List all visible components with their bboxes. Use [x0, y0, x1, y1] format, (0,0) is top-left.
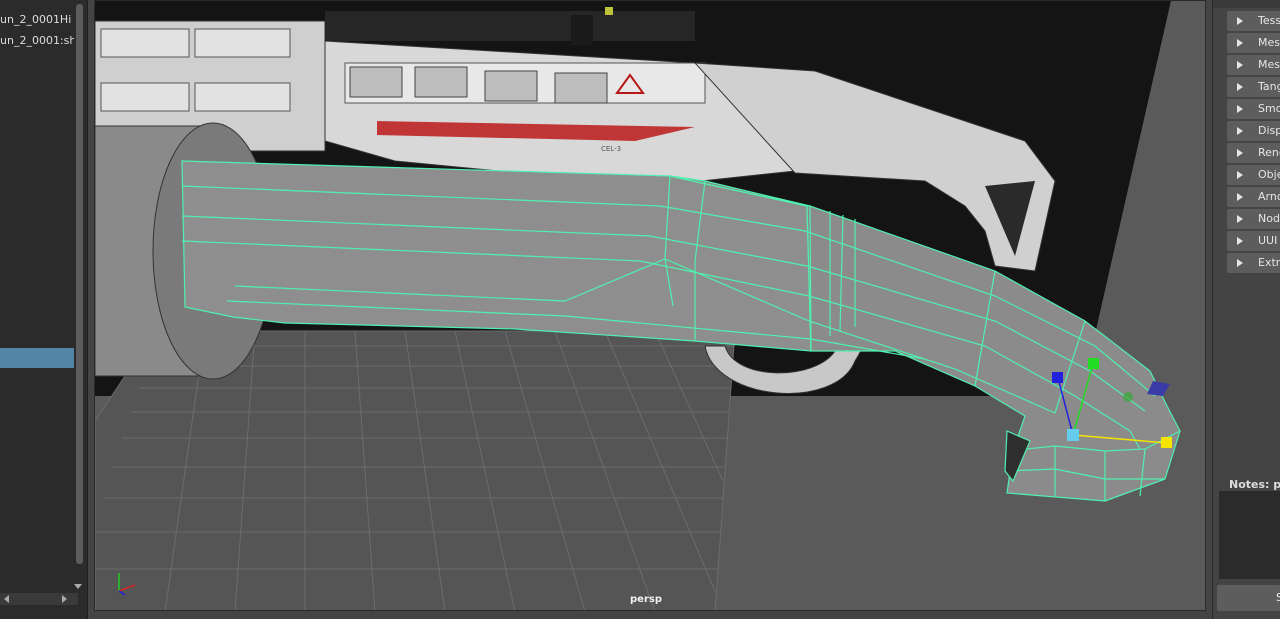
- scroll-down-arrow-icon[interactable]: [74, 584, 82, 589]
- attr-section-mesh-component[interactable]: Mes: [1227, 33, 1280, 53]
- outliner-item[interactable]: un_2_0001:sho: [0, 31, 74, 51]
- center-handle-icon[interactable]: [1067, 429, 1079, 441]
- z-axis-handle-icon[interactable]: [1052, 372, 1063, 383]
- outliner-panel: un_2_0001Hi un_2_0001:sho: [0, 0, 88, 619]
- attr-section-render-stats[interactable]: Rend: [1227, 143, 1280, 163]
- outliner-item-selected[interactable]: [0, 348, 74, 368]
- expand-arrow-icon: [1237, 149, 1243, 157]
- attr-section-arnold[interactable]: Arno: [1227, 187, 1280, 207]
- attr-section-object-display[interactable]: Obje: [1227, 165, 1280, 185]
- expand-arrow-icon: [1237, 61, 1243, 69]
- expand-arrow-icon: [1237, 171, 1243, 179]
- attr-section-smooth-mesh[interactable]: Smo: [1227, 99, 1280, 119]
- expand-arrow-icon: [1237, 17, 1243, 25]
- attr-section-mesh-controls[interactable]: Mes: [1227, 55, 1280, 75]
- plane-handle-icon[interactable]: [1123, 392, 1133, 402]
- attr-section-tessellation[interactable]: Tess: [1227, 11, 1280, 31]
- expand-arrow-icon: [1237, 193, 1243, 201]
- expand-arrow-icon: [1237, 237, 1243, 245]
- viewport-3d[interactable]: CEL-3 persp: [94, 0, 1206, 611]
- attr-section-extra-attributes[interactable]: Extr: [1227, 253, 1280, 273]
- notes-textarea[interactable]: [1219, 491, 1280, 579]
- expand-arrow-icon: [1237, 259, 1243, 267]
- x-axis-handle-icon[interactable]: [1161, 437, 1172, 448]
- scroll-left-arrow-icon[interactable]: [4, 595, 9, 603]
- attr-section-node-behavior[interactable]: Nod: [1227, 209, 1280, 229]
- expand-arrow-icon: [1237, 215, 1243, 223]
- body-marking-text: CEL-3: [601, 145, 621, 153]
- attribute-editor-panel: Tess Mes Mes Tang Smo Disp Rend Obje Arn…: [1212, 0, 1280, 619]
- camera-label: persp: [630, 594, 662, 605]
- y-axis-handle-icon[interactable]: [1088, 358, 1099, 369]
- outliner-item[interactable]: un_2_0001Hi: [0, 10, 74, 30]
- expand-arrow-icon: [1237, 105, 1243, 113]
- expand-arrow-icon: [1237, 39, 1243, 47]
- attr-section-tangent-space[interactable]: Tang: [1227, 77, 1280, 97]
- select-button[interactable]: S: [1217, 585, 1280, 611]
- viewport-scene: CEL-3: [95, 1, 1205, 610]
- outliner-scroll-thumb[interactable]: [76, 4, 83, 564]
- attr-section-displacement[interactable]: Disp: [1227, 121, 1280, 141]
- panel-header-strip: [1213, 0, 1280, 8]
- expand-arrow-icon: [1237, 83, 1243, 91]
- attr-section-uuid[interactable]: UUI: [1227, 231, 1280, 251]
- expand-arrow-icon: [1237, 127, 1243, 135]
- notes-label: Notes: po: [1229, 478, 1280, 491]
- scroll-right-arrow-icon[interactable]: [62, 595, 67, 603]
